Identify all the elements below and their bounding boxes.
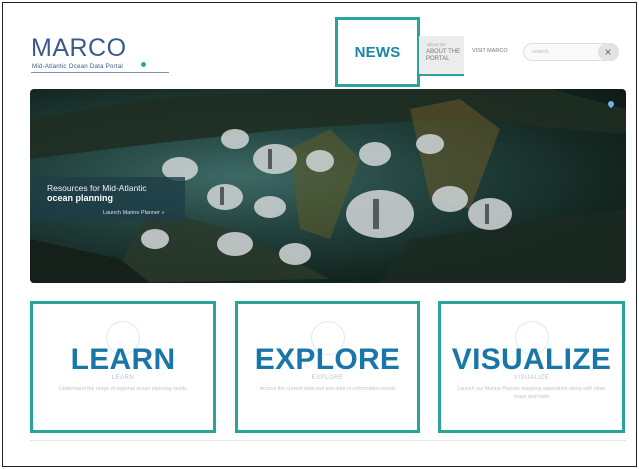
nav-about-small-label: about the: [427, 42, 446, 47]
hero-caption-line1: Resources for Mid-Atlantic: [47, 183, 147, 193]
marco-logo[interactable]: MARCO Mid-Atlantic Ocean Data Portal: [31, 36, 169, 74]
nav-visit-marco[interactable]: VISIT MARCO: [472, 48, 508, 54]
bottom-divider: [30, 440, 626, 441]
explore-highlight: [235, 301, 420, 433]
visualize-highlight: [438, 301, 625, 433]
nav-about-portal[interactable]: about the ABOUT THE PORTAL: [419, 36, 464, 76]
logo-divider: [31, 72, 169, 73]
logo-dot-icon: [141, 62, 146, 67]
hero-banner: Resources for Mid-Atlantic ocean plannin…: [30, 89, 626, 283]
logo-title: MARCO: [31, 34, 127, 62]
hero-caption: Resources for Mid-Atlantic ocean plannin…: [33, 177, 185, 221]
learn-highlight: [30, 301, 216, 433]
nav-news-label: NEWS: [354, 43, 401, 61]
nav-about-label: ABOUT THE PORTAL: [426, 49, 461, 62]
nav-news[interactable]: NEWS: [335, 17, 420, 87]
logo-subtitle: Mid-Atlantic Ocean Data Portal: [32, 63, 123, 70]
page-frame: MARCO Mid-Atlantic Ocean Data Portal NEW…: [2, 2, 637, 467]
hero-caption-line2: ocean planning: [47, 193, 114, 203]
close-icon[interactable]: ×: [598, 43, 618, 61]
visualize-card[interactable]: VISUALIZE Launch our Marine Planner mapp…: [438, 301, 625, 433]
search-placeholder: search: [532, 49, 549, 55]
learn-card[interactable]: LEARN Understand the range of regional o…: [30, 301, 216, 433]
explore-card[interactable]: EXPLORE Access the current data and see …: [235, 301, 420, 433]
launch-marine-planner-link[interactable]: Launch Marine Planner »: [103, 210, 164, 216]
